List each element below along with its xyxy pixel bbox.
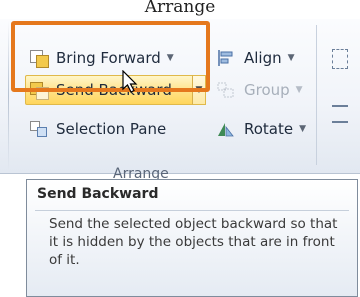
tooltip-body: Send the selected object backward so tha… [49,216,338,268]
rotate-icon [216,119,238,139]
group-separator-right [316,25,317,165]
selection-pane-icon [28,119,50,139]
size-icon[interactable] [332,105,348,123]
tooltip-divider [35,210,349,211]
group-button[interactable]: Group ▼ [216,76,303,104]
align-icon [216,48,238,68]
highlight-annotation [11,21,210,92]
group-icon [216,80,238,100]
align-label: Align [244,49,282,67]
selection-pane-label: Selection Pane [56,120,167,138]
rotate-button[interactable]: Rotate ▼ [216,115,306,143]
group-label: Group [244,81,290,99]
align-button[interactable]: Align ▼ [216,44,295,72]
pointer-cursor-icon [122,70,138,93]
tooltip-title: Send Backward [37,186,159,202]
tooltip: Send Backward Send the selected object b… [26,179,358,297]
group-separator [8,21,9,171]
crop-icon[interactable] [332,49,348,69]
chevron-down-icon[interactable]: ▼ [299,124,306,134]
chevron-down-icon[interactable]: ▼ [296,85,303,95]
selection-pane-button[interactable]: Selection Pane [28,115,166,143]
chevron-down-icon[interactable]: ▼ [288,53,295,63]
rotate-label: Rotate [244,120,294,138]
